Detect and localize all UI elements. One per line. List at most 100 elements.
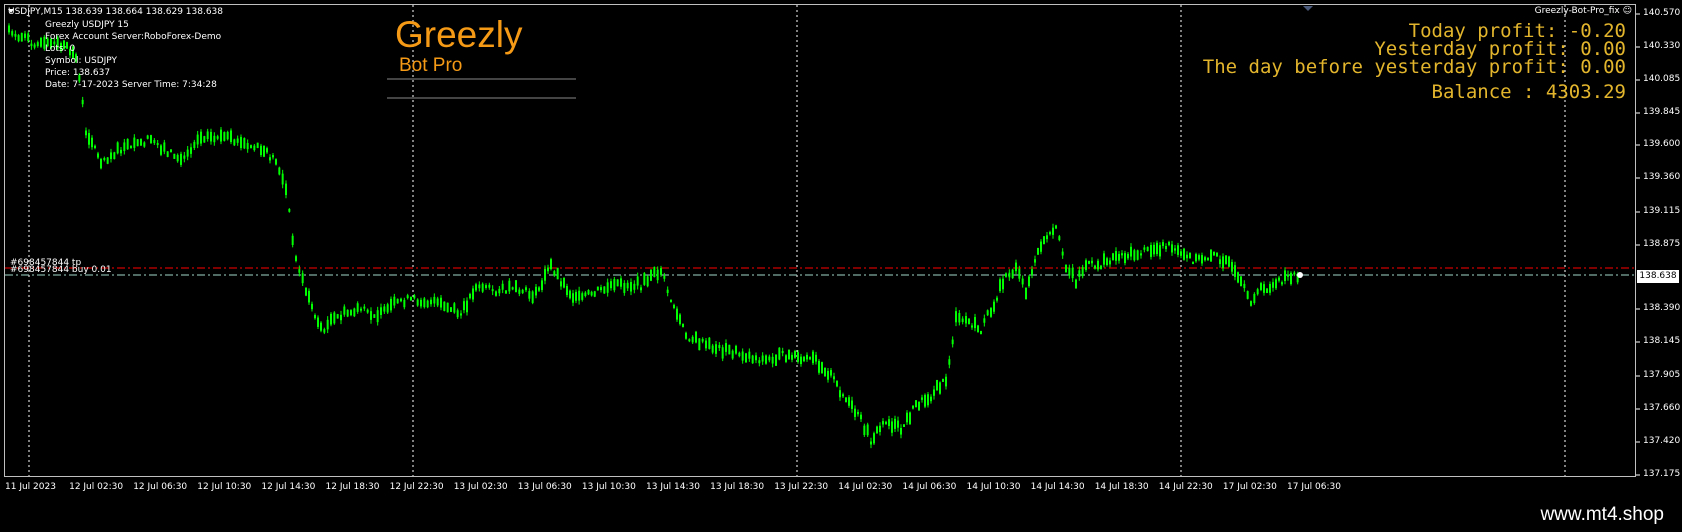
candle-body	[1015, 262, 1017, 272]
candle-body	[1272, 282, 1274, 288]
candle-body	[1177, 245, 1179, 255]
candle-body	[616, 279, 619, 287]
candle-body	[1046, 235, 1048, 240]
time-axis-label: 12 Jul 14:30	[261, 482, 316, 492]
candle-body	[818, 360, 820, 373]
candle-body	[186, 149, 189, 157]
candle-body	[250, 145, 252, 148]
candle-body	[581, 293, 584, 300]
candle-body	[153, 139, 156, 144]
candle-body	[1216, 252, 1218, 257]
candle-body	[495, 291, 497, 296]
candle-body	[538, 287, 540, 291]
candle-body	[88, 133, 90, 145]
candle-body	[1162, 242, 1164, 247]
candle-body	[939, 382, 941, 394]
time-axis-label: 13 Jul 22:30	[774, 482, 829, 492]
candle-body	[708, 337, 711, 349]
candle-body	[924, 394, 926, 407]
candle-body	[560, 281, 562, 287]
candle-body	[1094, 265, 1096, 269]
candle-body	[698, 338, 701, 351]
price-axis-label: 139.600	[1643, 139, 1681, 149]
candle-body	[1284, 270, 1286, 282]
candle-body	[1075, 279, 1077, 289]
candle-body	[1153, 244, 1155, 255]
time-axis-label: 14 Jul 06:30	[902, 482, 957, 492]
candle-body	[738, 352, 741, 357]
candle-body	[1130, 246, 1132, 257]
candle-body	[854, 408, 856, 417]
candle-body	[1150, 245, 1152, 257]
candle-body	[373, 314, 376, 318]
current-price-marker	[1297, 272, 1303, 278]
ea-name-label[interactable]: Greezly-Bot-Pro_fix ☺	[1535, 6, 1632, 16]
candle-body	[515, 280, 517, 293]
candle-body	[815, 354, 817, 362]
candle-body	[436, 298, 439, 306]
candle-body	[1112, 253, 1114, 261]
candle-body	[909, 412, 911, 425]
price-chart-canvas[interactable]	[0, 0, 1682, 532]
candle-body	[1037, 247, 1039, 255]
candle-body	[824, 367, 826, 377]
price-axis-label: 140.085	[1643, 74, 1681, 84]
price-axis-label: 140.330	[1643, 41, 1681, 51]
candle-body	[24, 33, 26, 38]
candle-body	[305, 287, 307, 296]
candle-body	[930, 396, 932, 402]
candle-body	[176, 154, 179, 162]
candle-body	[812, 351, 814, 364]
candle-body	[1243, 283, 1246, 289]
candle-body	[256, 142, 259, 149]
candle-body	[550, 259, 552, 270]
candle-body	[977, 325, 979, 333]
candle-body	[751, 355, 754, 364]
candle-body	[633, 283, 636, 290]
candle-body	[660, 268, 662, 275]
candle-body	[1136, 250, 1139, 260]
candle-body	[380, 307, 382, 316]
candle-body	[610, 281, 612, 289]
candle-body	[156, 143, 159, 146]
candle-body	[450, 307, 452, 313]
info-line-date: Date: 7-17-2023 Server Time: 7:34:28	[45, 80, 217, 90]
candle-body	[688, 339, 691, 342]
candle-body	[600, 287, 602, 291]
candle-body	[575, 291, 577, 301]
candle-body	[980, 331, 982, 335]
candle-body	[478, 284, 481, 289]
order-buy-label[interactable]: #698457844 buy 0.01	[10, 264, 112, 276]
candle-body	[1156, 242, 1158, 255]
candle-body	[356, 303, 359, 312]
mt4-chart-window: USDJPY,M15 138.639 138.664 138.629 138.6…	[0, 0, 1682, 532]
candle-body	[1168, 241, 1170, 246]
candle-body	[791, 354, 793, 360]
candle-body	[472, 288, 474, 300]
candle-body	[556, 267, 559, 280]
candle-body	[295, 256, 297, 261]
candle-body	[317, 317, 319, 327]
candle-body	[27, 33, 30, 42]
candle-body	[544, 268, 546, 281]
candle-body	[1034, 259, 1036, 263]
candle-body	[266, 148, 268, 153]
candle-body	[996, 297, 998, 301]
time-axis-label: 13 Jul 10:30	[581, 482, 636, 492]
candle-body	[376, 310, 379, 323]
candle-body	[263, 145, 265, 157]
candle-body	[396, 298, 399, 304]
candle-body	[1287, 274, 1289, 277]
price-axis-label: 139.360	[1643, 172, 1681, 182]
candle-body	[97, 153, 99, 158]
candle-body	[842, 394, 844, 397]
candle-body	[190, 147, 192, 154]
candle-body	[912, 405, 914, 409]
candle-body	[1118, 253, 1120, 261]
candle-body	[314, 314, 316, 319]
candle-body	[1058, 236, 1061, 241]
candle-body	[1031, 269, 1033, 275]
candle-body	[1165, 245, 1167, 250]
candle-body	[626, 282, 629, 289]
candle-body	[965, 315, 967, 324]
